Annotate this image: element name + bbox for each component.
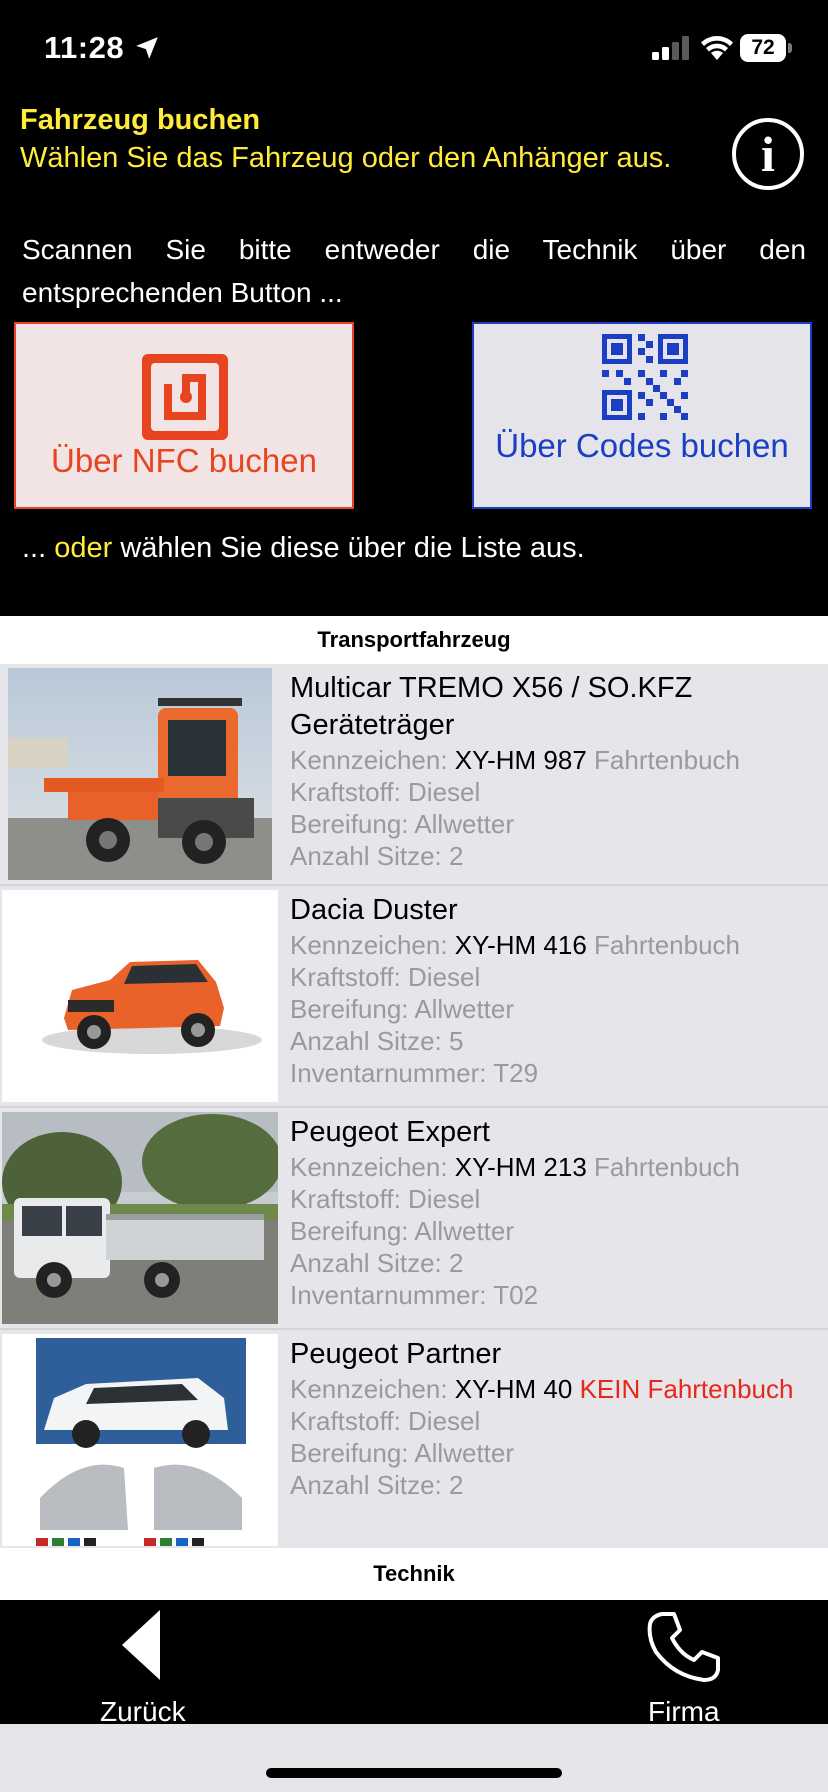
vehicle-seats: Anzahl Sitze: 2 — [290, 1470, 464, 1500]
vehicle-plate: XY-HM 987 — [454, 745, 587, 775]
wifi-icon — [701, 36, 733, 60]
bottom-toolbar: Zurück Firma — [0, 1600, 828, 1727]
battery-icon: 72 — [740, 34, 794, 62]
vehicle-fuel: Kraftstoff: Diesel — [290, 777, 481, 807]
logbook-link[interactable]: Fahrtenbuch — [587, 745, 740, 775]
status-bar: 11:28 72 — [0, 0, 828, 100]
qr-booking-button[interactable]: Über Codes buchen — [472, 322, 812, 509]
vehicle-item[interactable]: Multicar TREMO X56 / SO.KFZ Geräteträger… — [0, 664, 828, 886]
back-button[interactable]: Zurück — [80, 1600, 220, 1727]
vehicle-list[interactable]: Multicar TREMO X56 / SO.KFZ Geräteträger… — [0, 664, 828, 1548]
vehicle-info: Multicar TREMO X56 / SO.KFZ Geräteträger… — [290, 670, 820, 872]
vehicle-info: Peugeot Partner Kennzeichen: XY-HM 40 KE… — [290, 1336, 820, 1501]
logbook-link[interactable]: Fahrtenbuch — [587, 1152, 740, 1182]
vehicle-inventory: Inventarnummer: T29 — [290, 1058, 539, 1088]
vehicle-fuel: Kraftstoff: Diesel — [290, 1184, 481, 1214]
back-arrow-icon — [122, 1610, 160, 1680]
nfc-button-label: Über NFC buchen — [51, 442, 317, 479]
vehicle-name: Dacia Duster — [290, 894, 458, 926]
vehicle-plate-line: Kennzeichen: XY-HM 416 Fahrtenbuch — [290, 930, 741, 960]
vehicle-tires: Bereifung: Allwetter — [290, 1438, 515, 1468]
header: Fahrzeug buchen Wählen Sie das Fahrzeug … — [0, 100, 828, 616]
vehicle-thumbnail — [2, 890, 278, 1102]
logbook-link[interactable]: Fahrtenbuch — [587, 930, 740, 960]
vehicle-plate: XY-HM 213 — [454, 1152, 587, 1182]
location-arrow-icon — [136, 37, 158, 59]
vehicle-seats: Anzahl Sitze: 2 — [290, 841, 464, 871]
section-header-technik: Technik — [0, 1548, 828, 1600]
qr-button-label: Über Codes buchen — [495, 427, 789, 464]
vehicle-item[interactable]: Dacia Duster Kennzeichen: XY-HM 416 Fahr… — [0, 886, 828, 1108]
home-indicator[interactable] — [266, 1768, 562, 1778]
nfc-icon — [142, 354, 228, 440]
vehicle-name: Peugeot Expert — [290, 1116, 490, 1148]
status-time: 11:28 — [44, 30, 125, 65]
page-title: Fahrzeug buchen — [20, 104, 261, 136]
vehicle-thumbnail — [2, 1334, 278, 1546]
vehicle-tires: Bereifung: Allwetter — [290, 994, 515, 1024]
vehicle-thumbnail — [2, 1112, 278, 1324]
vehicle-plate: XY-HM 416 — [454, 930, 587, 960]
vehicle-plate-line: Kennzeichen: XY-HM 987 Fahrtenbuch — [290, 745, 741, 775]
list-hint: ... oder wählen Sie diese über die Liste… — [22, 532, 585, 564]
nfc-booking-button[interactable]: Über NFC buchen — [14, 322, 354, 509]
vehicle-thumbnail — [8, 668, 272, 880]
vehicle-item[interactable]: Peugeot Partner Kennzeichen: XY-HM 40 KE… — [0, 1330, 828, 1548]
vehicle-item[interactable]: Peugeot Expert Kennzeichen: XY-HM 213 Fa… — [0, 1108, 828, 1330]
vehicle-seats: Anzahl Sitze: 2 — [290, 1248, 464, 1278]
vehicle-info: Peugeot Expert Kennzeichen: XY-HM 213 Fa… — [290, 1114, 820, 1311]
info-button[interactable]: i — [732, 118, 804, 190]
vehicle-inventory: Inventarnummer: T02 — [290, 1280, 539, 1310]
vehicle-plate: XY-HM 40 — [454, 1374, 573, 1404]
vehicle-tires: Bereifung: Allwetter — [290, 1216, 515, 1246]
battery-level: 72 — [740, 34, 786, 62]
logbook-warning: KEIN Fahrtenbuch — [572, 1374, 794, 1404]
phone-icon — [647, 1612, 720, 1682]
vehicle-tires: Bereifung: Allwetter — [290, 809, 515, 839]
or-highlight: oder — [54, 532, 113, 564]
page-subtitle: Wählen Sie das Fahrzeug oder den Anhänge… — [20, 142, 672, 174]
scan-instructions: Scannen Sie bitte entweder die Technik ü… — [22, 234, 806, 308]
vehicle-fuel: Kraftstoff: Diesel — [290, 962, 481, 992]
company-button[interactable]: Firma — [630, 1600, 750, 1727]
vehicle-name: Peugeot Partner — [290, 1338, 502, 1370]
vehicle-seats: Anzahl Sitze: 5 — [290, 1026, 464, 1056]
vehicle-info: Dacia Duster Kennzeichen: XY-HM 416 Fahr… — [290, 892, 820, 1089]
qr-code-icon — [602, 334, 688, 420]
vehicle-plate-line: Kennzeichen: XY-HM 40 KEIN Fahrtenbuch — [290, 1374, 794, 1404]
vehicle-plate-line: Kennzeichen: XY-HM 213 Fahrtenbuch — [290, 1152, 741, 1182]
home-indicator-area — [0, 1724, 828, 1792]
section-header-transport: Transportfahrzeug — [0, 616, 828, 664]
vehicle-name: Multicar TREMO X56 / SO.KFZ Geräteträger — [290, 672, 693, 741]
vehicle-fuel: Kraftstoff: Diesel — [290, 1406, 481, 1436]
cellular-signal-icon — [652, 36, 689, 60]
